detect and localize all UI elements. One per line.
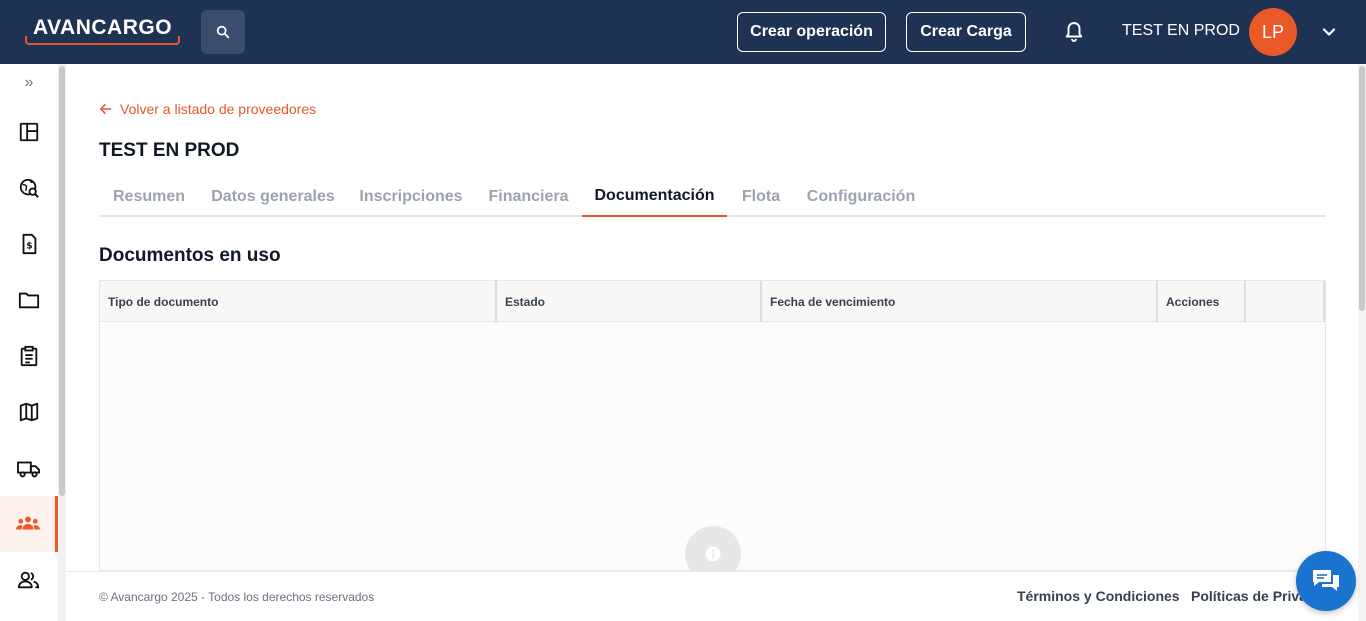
sidebar-item-map[interactable]	[0, 384, 58, 440]
expand-sidebar-button[interactable]: »	[18, 74, 40, 94]
logo-underline	[25, 36, 180, 45]
truck-icon	[17, 461, 40, 478]
tab-flota[interactable]: Flota	[727, 177, 795, 217]
avancargo-logo[interactable]: AVANCARGO	[25, 14, 181, 46]
sidebar-item-users[interactable]	[0, 552, 58, 608]
sidebar-item-billing[interactable]: $	[0, 216, 58, 272]
svg-text:$: $	[26, 241, 32, 252]
create-operation-button[interactable]: Crear operación	[737, 12, 886, 52]
sidebar-scrollbar-thumb[interactable]	[59, 66, 65, 496]
sidebar: » $	[0, 64, 58, 621]
sidebar-scrollbar[interactable]	[58, 64, 66, 621]
privacy-link[interactable]: Políticas de Priva	[1191, 588, 1307, 604]
sidebar-item-providers[interactable]	[0, 496, 58, 552]
page-scrollbar[interactable]	[1358, 64, 1366, 621]
page-scrollbar-thumb[interactable]	[1359, 66, 1365, 311]
tab-documentacion[interactable]: Documentación	[582, 177, 727, 217]
back-to-providers-link[interactable]: Volver a listado de proveedores	[99, 101, 316, 117]
tab-resumen[interactable]: Resumen	[99, 177, 199, 217]
chat-icon	[1313, 570, 1339, 591]
sidebar-item-orders[interactable]	[0, 328, 58, 384]
tab-datos-generales[interactable]: Datos generales	[199, 177, 347, 217]
tab-financiera[interactable]: Financiera	[475, 177, 582, 217]
footer: © Avancargo 2025 - Todos los derechos re…	[66, 571, 1358, 621]
column-header-acciones[interactable]: Acciones	[1158, 281, 1246, 322]
back-link-label: Volver a listado de proveedores	[120, 101, 317, 117]
terms-link[interactable]: Términos y Condiciones	[1017, 588, 1180, 604]
sidebar-item-documents[interactable]	[0, 272, 58, 328]
dashboard-icon	[19, 122, 39, 142]
create-load-button[interactable]: Crear Carga	[906, 12, 1026, 52]
main-content: Volver a listado de proveedores TEST EN …	[66, 64, 1358, 582]
column-header-extra	[1246, 281, 1325, 322]
chevron-down-icon[interactable]	[1319, 22, 1339, 42]
clipboard-icon	[20, 345, 38, 367]
column-header-tipo[interactable]: Tipo de documento	[100, 281, 497, 322]
page-title: TEST EN PROD	[99, 140, 240, 161]
globe-search-icon	[19, 178, 39, 198]
chat-button[interactable]	[1296, 551, 1356, 611]
top-navbar: AVANCARGO Crear operación Crear Carga TE…	[0, 0, 1366, 64]
sidebar-item-fleet[interactable]	[0, 440, 58, 496]
column-header-estado[interactable]: Estado	[497, 281, 762, 322]
sidebar-item-dashboard[interactable]	[0, 104, 58, 160]
search-icon	[216, 25, 230, 39]
folder-icon	[18, 292, 40, 309]
users-icon	[18, 571, 40, 589]
sidebar-item-tracking[interactable]	[0, 160, 58, 216]
invoice-icon: $	[22, 233, 37, 255]
tab-inscripciones[interactable]: Inscripciones	[347, 177, 475, 217]
section-title: Documentos en uso	[99, 245, 281, 266]
tab-configuracion[interactable]: Configuración	[795, 177, 927, 217]
documents-table: Tipo de documento Estado Fecha de vencim…	[99, 280, 1326, 582]
user-name[interactable]: TEST EN PROD	[1122, 22, 1240, 40]
group-icon	[15, 516, 40, 530]
arrow-left-icon	[99, 103, 112, 115]
map-icon	[19, 402, 39, 422]
column-header-fecha[interactable]: Fecha de vencimiento	[762, 281, 1158, 322]
table-header: Tipo de documento Estado Fecha de vencim…	[100, 281, 1325, 322]
search-button[interactable]	[201, 10, 245, 54]
provider-tabs: Resumen Datos generales Inscripciones Fi…	[99, 177, 1326, 217]
copyright-text: © Avancargo 2025 - Todos los derechos re…	[99, 590, 375, 604]
avatar[interactable]: LP	[1249, 8, 1297, 56]
notifications-bell-icon[interactable]	[1062, 20, 1086, 44]
